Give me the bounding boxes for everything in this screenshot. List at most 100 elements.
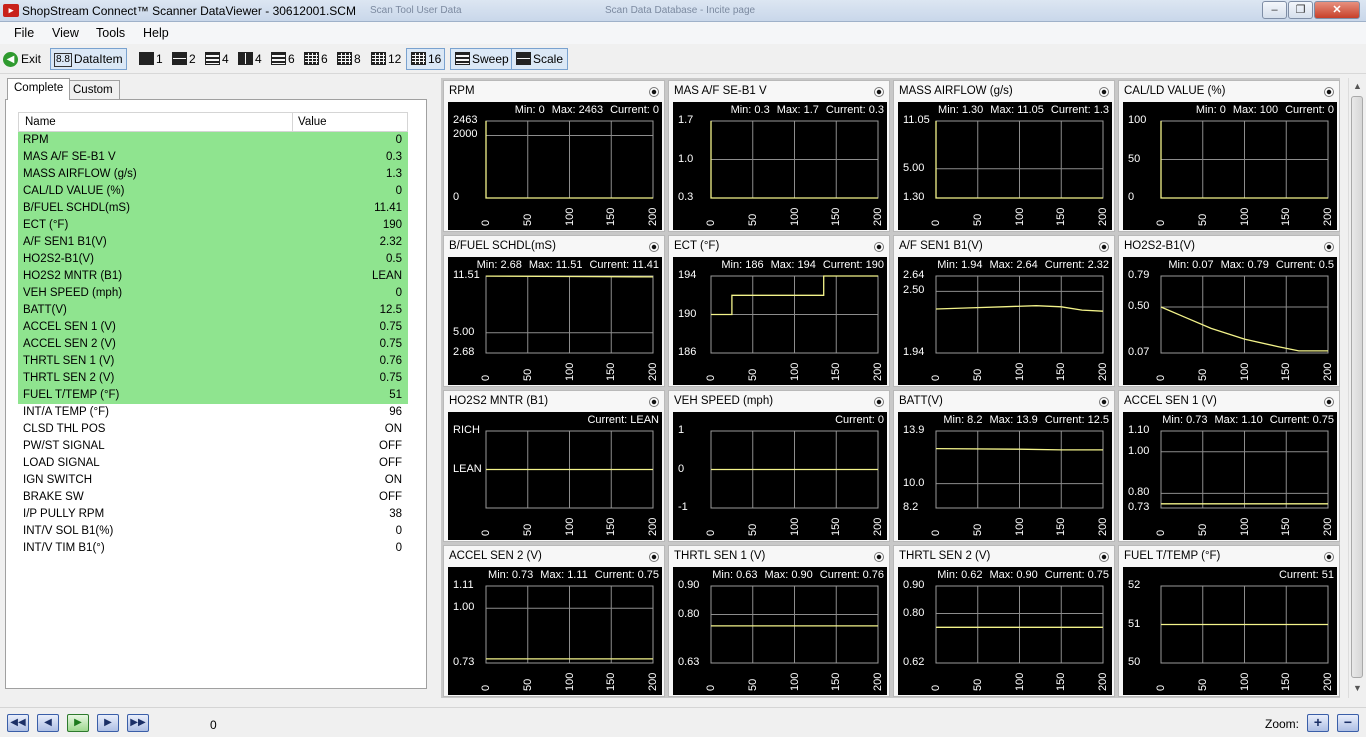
table-row[interactable]: A/F SEN1 B1(V) 2.32 (18, 234, 408, 251)
minimize-button[interactable]: – (1262, 1, 1287, 19)
layout-2-button[interactable]: 2 (167, 48, 197, 70)
table-row[interactable]: I/P PULLY RPM 38 (18, 506, 408, 523)
table-row[interactable]: BATT(V) 12.5 (18, 302, 408, 319)
table-row[interactable]: VEH SPEED (mph) 0 (18, 285, 408, 302)
graph-card[interactable]: MAS A/F SE-B1 V Min: 0.3 Max: 1.7 Current: … (668, 80, 890, 232)
layout-6-rows-button[interactable]: 6 (266, 48, 296, 70)
table-row[interactable]: MASS AIRFLOW (g/s) 1.3 (18, 166, 408, 183)
graph-card[interactable]: BATT(V) Min: 8.2 Max: 13.9 Current: 12.5 13.… (893, 390, 1115, 542)
first-frame-button[interactable]: ◀◀ (7, 714, 29, 732)
zoom-in-button[interactable]: + (1307, 714, 1329, 732)
table-row[interactable]: LOAD SIGNAL OFF (18, 455, 408, 472)
graph-card[interactable]: VEH SPEED (mph) Current: 0 1 0 -1 0 50 100 150 20… (668, 390, 890, 542)
column-header-value[interactable]: Value (298, 116, 327, 128)
layout-16-button[interactable]: 16 (406, 48, 446, 70)
layout-4-grid-button[interactable]: 4 (233, 48, 263, 70)
scale-button[interactable]: Scale (511, 48, 569, 70)
graph-select-radio-icon[interactable] (874, 397, 884, 407)
graph-select-radio-icon[interactable] (1324, 87, 1334, 97)
graph-select-radio-icon[interactable] (874, 87, 884, 97)
table-row[interactable]: ACCEL SEN 2 (V) 0.75 (18, 336, 408, 353)
graph-select-radio-icon[interactable] (649, 552, 659, 562)
table-row[interactable]: THRTL SEN 2 (V) 0.75 (18, 370, 408, 387)
tab-custom[interactable]: Custom (66, 80, 120, 100)
graph-select-radio-icon[interactable] (649, 87, 659, 97)
y-tick-label: 2.64 (903, 269, 925, 281)
table-row[interactable]: ACCEL SEN 1 (V) 0.75 (18, 319, 408, 336)
layout-6-grid-button[interactable]: 6 (299, 48, 329, 70)
graph-card[interactable]: THRTL SEN 2 (V) Min: 0.62 Max: 0.90 Current… (893, 545, 1115, 697)
menu-file[interactable]: File (14, 26, 34, 40)
graph-card[interactable]: ACCEL SEN 1 (V) Min: 0.73 Max: 1.10 Current… (1118, 390, 1340, 542)
graph-select-radio-icon[interactable] (1324, 397, 1334, 407)
graph-svg (935, 430, 1104, 509)
graph-card[interactable]: HO2S2-B1(V) Min: 0.07 Max: 0.79 Current: 0.… (1118, 235, 1340, 387)
table-row[interactable]: MAS A/F SE-B1 V 0.3 (18, 149, 408, 166)
last-frame-button[interactable]: ▶▶ (127, 714, 149, 732)
table-row[interactable]: IGN SWITCH ON (18, 472, 408, 489)
graph-card[interactable]: RPM Min: 0 Max: 2463 Current: 0 2463 2000 0 0 50… (443, 80, 665, 232)
tab-complete[interactable]: Complete (7, 78, 71, 100)
table-row[interactable]: HO2S2-B1(V) 0.5 (18, 251, 408, 268)
table-row[interactable]: BRAKE SW OFF (18, 489, 408, 506)
layout-12-button[interactable]: 12 (366, 48, 402, 70)
column-divider[interactable] (292, 113, 293, 131)
graph-select-radio-icon[interactable] (1324, 552, 1334, 562)
menu-help[interactable]: Help (143, 26, 169, 40)
graph-select-radio-icon[interactable] (1099, 397, 1109, 407)
graph-select-radio-icon[interactable] (1324, 242, 1334, 252)
x-tick-label: 0 (705, 684, 717, 691)
graph-card[interactable]: HO2S2 MNTR (B1) Current: LEAN RICH LEAN 0 50 1… (443, 390, 665, 542)
table-row[interactable]: RPM 0 (18, 132, 408, 149)
table-row[interactable]: FUEL T/TEMP (°F) 51 (18, 387, 408, 404)
graph-card[interactable]: FUEL T/TEMP (°F) Current: 51 52 51 50 0 50 100 1… (1118, 545, 1340, 697)
graph-select-radio-icon[interactable] (649, 242, 659, 252)
graph-select-radio-icon[interactable] (1099, 87, 1109, 97)
graph-card[interactable]: ACCEL SEN 2 (V) Min: 0.73 Max: 1.11 Current… (443, 545, 665, 697)
maximize-button[interactable]: ❐ (1288, 1, 1313, 19)
graph-select-radio-icon[interactable] (649, 397, 659, 407)
table-row[interactable]: INT/V TIM B1(°) 0 (18, 540, 408, 557)
exit-button[interactable]: ◀ Exit (2, 48, 42, 70)
table-row[interactable]: INT/A TEMP (°F) 96 (18, 404, 408, 421)
row-value: 0.75 (379, 338, 402, 350)
layout-1-button[interactable]: 1 (134, 48, 164, 70)
column-header-name[interactable]: Name (25, 116, 56, 128)
scroll-down-icon[interactable]: ▼ (1353, 683, 1362, 693)
play-button[interactable]: ▶ (67, 714, 89, 732)
prev-frame-button[interactable]: ◀ (37, 714, 59, 732)
graph-select-radio-icon[interactable] (874, 242, 884, 252)
graph-card[interactable]: ECT (°F) Min: 186 Max: 194 Current: 190 194 1… (668, 235, 890, 387)
next-frame-icon: ▶ (104, 717, 112, 728)
menu-tools[interactable]: Tools (96, 26, 125, 40)
graph-card[interactable]: CAL/LD VALUE (%) Min: 0 Max: 100 Current: 0… (1118, 80, 1340, 232)
scroll-up-icon[interactable]: ▲ (1353, 81, 1362, 91)
table-row[interactable]: INT/V SOL B1(%) 0 (18, 523, 408, 540)
menu-view[interactable]: View (52, 26, 79, 40)
graph-card[interactable]: MASS AIRFLOW (g/s) Min: 1.30 Max: 11.05 Cur… (893, 80, 1115, 232)
graph-select-radio-icon[interactable] (1099, 552, 1109, 562)
scrollbar-thumb[interactable] (1351, 96, 1363, 678)
graph-svg (935, 120, 1104, 199)
table-row[interactable]: PW/ST SIGNAL OFF (18, 438, 408, 455)
graph-card[interactable]: A/F SEN1 B1(V) Min: 1.94 Max: 2.64 Current:… (893, 235, 1115, 387)
table-row[interactable]: CLSD THL POS ON (18, 421, 408, 438)
x-tick-label: 150 (1055, 672, 1068, 691)
layout-8-button[interactable]: 8 (332, 48, 362, 70)
graph-card[interactable]: THRTL SEN 1 (V) Min: 0.63 Max: 0.90 Current… (668, 545, 890, 697)
sweep-button[interactable]: Sweep (450, 48, 513, 70)
table-row[interactable]: THRTL SEN 1 (V) 0.76 (18, 353, 408, 370)
dataitem-button[interactable]: 8.8 DataItem (50, 48, 127, 70)
close-button[interactable]: ✕ (1314, 1, 1360, 19)
table-row[interactable]: B/FUEL SCHDL(mS) 11.41 (18, 200, 408, 217)
next-frame-button[interactable]: ▶ (97, 714, 119, 732)
table-row[interactable]: ECT (°F) 190 (18, 217, 408, 234)
graph-select-radio-icon[interactable] (1099, 242, 1109, 252)
graph-card[interactable]: B/FUEL SCHDL(mS) Min: 2.68 Max: 11.51 Curre… (443, 235, 665, 387)
table-row[interactable]: CAL/LD VALUE (%) 0 (18, 183, 408, 200)
graph-select-radio-icon[interactable] (874, 552, 884, 562)
table-row[interactable]: HO2S2 MNTR (B1) LEAN (18, 268, 408, 285)
layout-4-rows-button[interactable]: 4 (200, 48, 230, 70)
vertical-scrollbar[interactable]: ▲ ▼ (1348, 78, 1365, 698)
zoom-out-button[interactable]: − (1337, 714, 1359, 732)
